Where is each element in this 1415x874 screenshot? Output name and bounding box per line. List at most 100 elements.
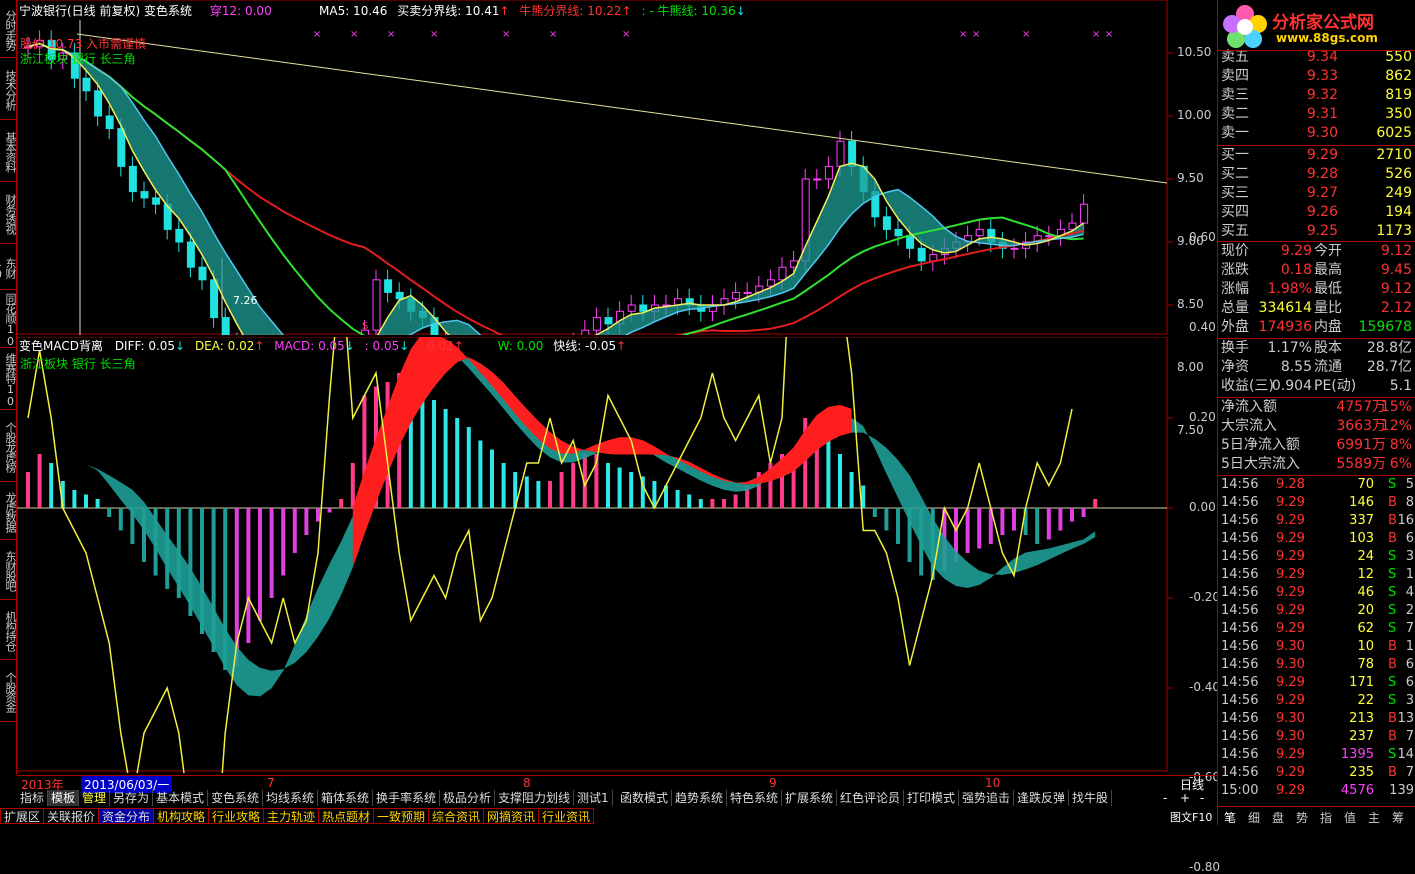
left-tab-6[interactable]: 维赛特10 (0, 348, 17, 410)
tick-volume: 46 (1357, 585, 1374, 600)
indicator-tab-17[interactable]: 打印模式 (904, 790, 960, 806)
indicator-tab-10[interactable]: 支撑阻力划线 (495, 790, 575, 806)
indicator-tab-13[interactable]: 趋势系统 (672, 790, 728, 806)
indicator-tab-0[interactable]: 指标 (17, 790, 49, 806)
indicator-tab-6[interactable]: 均线系统 (263, 790, 319, 806)
tick-direction: S (1388, 567, 1397, 582)
level-price: 9.31 (1306, 106, 1338, 122)
macd-bar (339, 499, 344, 508)
indicator-tab-9[interactable]: 极品分析 (440, 790, 496, 806)
month-8: 8 (523, 776, 531, 790)
price-chart[interactable]: × × × × × × × × × × × × (17, 0, 1217, 335)
panel-tab-6[interactable]: 主 (1368, 809, 1380, 826)
panel-tab-4[interactable]: 指 (1320, 809, 1332, 826)
indicator-tab-7[interactable]: 箱体系统 (318, 790, 374, 806)
extension-tab-6[interactable]: 热点题材 (318, 808, 375, 824)
indicator-tab-15[interactable]: 扩展系统 (782, 790, 838, 806)
stock-title[interactable]: 宁波银行(日线 前复权) (19, 4, 140, 18)
panel-tab-7[interactable]: 筹 (1392, 809, 1404, 826)
tick-direction: B (1388, 729, 1397, 744)
left-tab-11[interactable]: 个股资金 (0, 660, 17, 722)
macd-chart[interactable] (17, 337, 1217, 773)
indicator-tab-3[interactable]: 另存为 (110, 790, 154, 806)
left-tab-5[interactable]: 同花顺10 (0, 290, 17, 348)
tick-time: 14:56 (1221, 729, 1259, 744)
signal-marker: × (1105, 29, 1113, 40)
extension-tab-10[interactable]: 行业资讯 (538, 808, 595, 824)
level-volume: 819 (1385, 87, 1412, 103)
tick-volume: 62 (1357, 621, 1374, 636)
macd-bar (490, 449, 494, 508)
tick-price: 9.29 (1276, 585, 1305, 600)
stat-value: 1.17% (1267, 340, 1312, 356)
left-tab-7[interactable]: 个股龙虎榜 (0, 410, 17, 482)
left-tab-8[interactable]: 龙虎数据 (0, 482, 17, 540)
candle (210, 279, 219, 319)
fast-line (27, 337, 1073, 773)
bull-line-value: - 牛熊线: 10.36 (649, 4, 736, 18)
extension-tab-9[interactable]: 网摘资讯 (483, 808, 540, 824)
left-tab-9[interactable]: 东财股吧 (0, 540, 17, 600)
indicator-tab-18[interactable]: 强势追击 (959, 790, 1015, 806)
signal-marker: × (387, 29, 395, 40)
left-tab-10[interactable]: 机构持仓 (0, 600, 17, 660)
indicator-tab-5[interactable]: 变色系统 (208, 790, 264, 806)
extension-tab-5[interactable]: 主力轨迹 (263, 808, 320, 824)
left-tab-2[interactable]: 基本资料 (0, 120, 17, 182)
left-tab-4[interactable]: 东财10 (0, 244, 17, 290)
indicator-tab-19[interactable]: 逢跌反弹 (1014, 790, 1070, 806)
indicator-tab-8[interactable]: 换手率系统 (373, 790, 441, 806)
indicator-tab-4[interactable]: 基本模式 (153, 790, 209, 806)
macd-bar (1070, 508, 1074, 522)
stat-label: 流通 (1314, 359, 1342, 375)
f10-button[interactable]: 图文F10 (1170, 809, 1212, 825)
candle (395, 291, 404, 300)
stat-value: 28.8亿 (1366, 340, 1412, 356)
indicator-tab-20[interactable]: 找牛股 (1069, 790, 1113, 806)
macd-v4: : 0.05 (364, 339, 400, 353)
left-tab-3[interactable]: 财务透视 (0, 182, 17, 244)
left-tab-1[interactable]: 技术分析 (0, 58, 17, 120)
panel-tab-1[interactable]: 细 (1248, 809, 1260, 826)
zoom-in-button[interactable]: + (1180, 791, 1190, 805)
indicator-tab-11[interactable]: 测试1 (574, 790, 613, 806)
tick-price: 9.29 (1276, 513, 1305, 528)
dea-value: DEA: 0.02 (194, 339, 255, 353)
separator (1218, 50, 1415, 51)
extension-tab-2[interactable]: 资金分布 (98, 808, 155, 824)
panel-tab-0[interactable]: 笔 (1224, 809, 1236, 826)
macd-title[interactable]: 变色MACD背离 (19, 339, 103, 353)
flow-amount: 6991万 (1336, 437, 1386, 453)
colon-sep: : (641, 4, 646, 18)
indicator-tab-1[interactable]: 模板 (48, 790, 80, 806)
left-tab-0[interactable]: 分时走势 (0, 0, 17, 58)
collapse-button[interactable]: - (1200, 791, 1204, 805)
macd-bar (965, 508, 970, 553)
panel-tab-5[interactable]: 值 (1344, 809, 1356, 826)
tick-count: 3 (1405, 693, 1414, 708)
level-price: 9.25 (1306, 223, 1338, 239)
tick-time: 14:56 (1221, 531, 1259, 546)
zoom-out-button[interactable]: - (1163, 791, 1167, 805)
indicator-tab-16[interactable]: 红色评论员 (837, 790, 905, 806)
panel-tab-2[interactable]: 盘 (1272, 809, 1284, 826)
quote-panel: 分析家公式网 www.88gs.com 卖五 9.34 550 卖四 9.33 862 卖三… (1217, 0, 1415, 825)
indicator-tab-2[interactable]: 管理 (79, 790, 111, 806)
extension-tab-7[interactable]: 一致预期 (373, 808, 430, 824)
w-value: W: 0.00 (497, 339, 544, 353)
extension-tab-0[interactable]: 扩展区 (0, 808, 45, 824)
candle (175, 228, 184, 243)
indicator-tab-12[interactable]: 函数模式 (617, 790, 673, 806)
macd-tick-label: -0.80 (1189, 860, 1221, 874)
flow-pct: 6% (1389, 456, 1412, 472)
extension-tab-4[interactable]: 行业攻略 (208, 808, 265, 824)
panel-tab-3[interactable]: 势 (1296, 809, 1308, 826)
indicator-tab-14[interactable]: 特色系统 (727, 790, 783, 806)
flow-pct: 15% (1380, 399, 1412, 415)
chart-area[interactable]: × × × × × × × × × × × × 宁波银行(日线 前复权) 变色系统 穿12: 0.00… (17, 0, 1220, 874)
extension-tab-3[interactable]: 机构攻略 (153, 808, 210, 824)
extension-tab-1[interactable]: 关联报价 (43, 808, 100, 824)
tick-price: 9.29 (1276, 765, 1305, 780)
flow-label: 大宗流入 (1221, 418, 1277, 434)
extension-tab-8[interactable]: 综合资讯 (428, 808, 485, 824)
